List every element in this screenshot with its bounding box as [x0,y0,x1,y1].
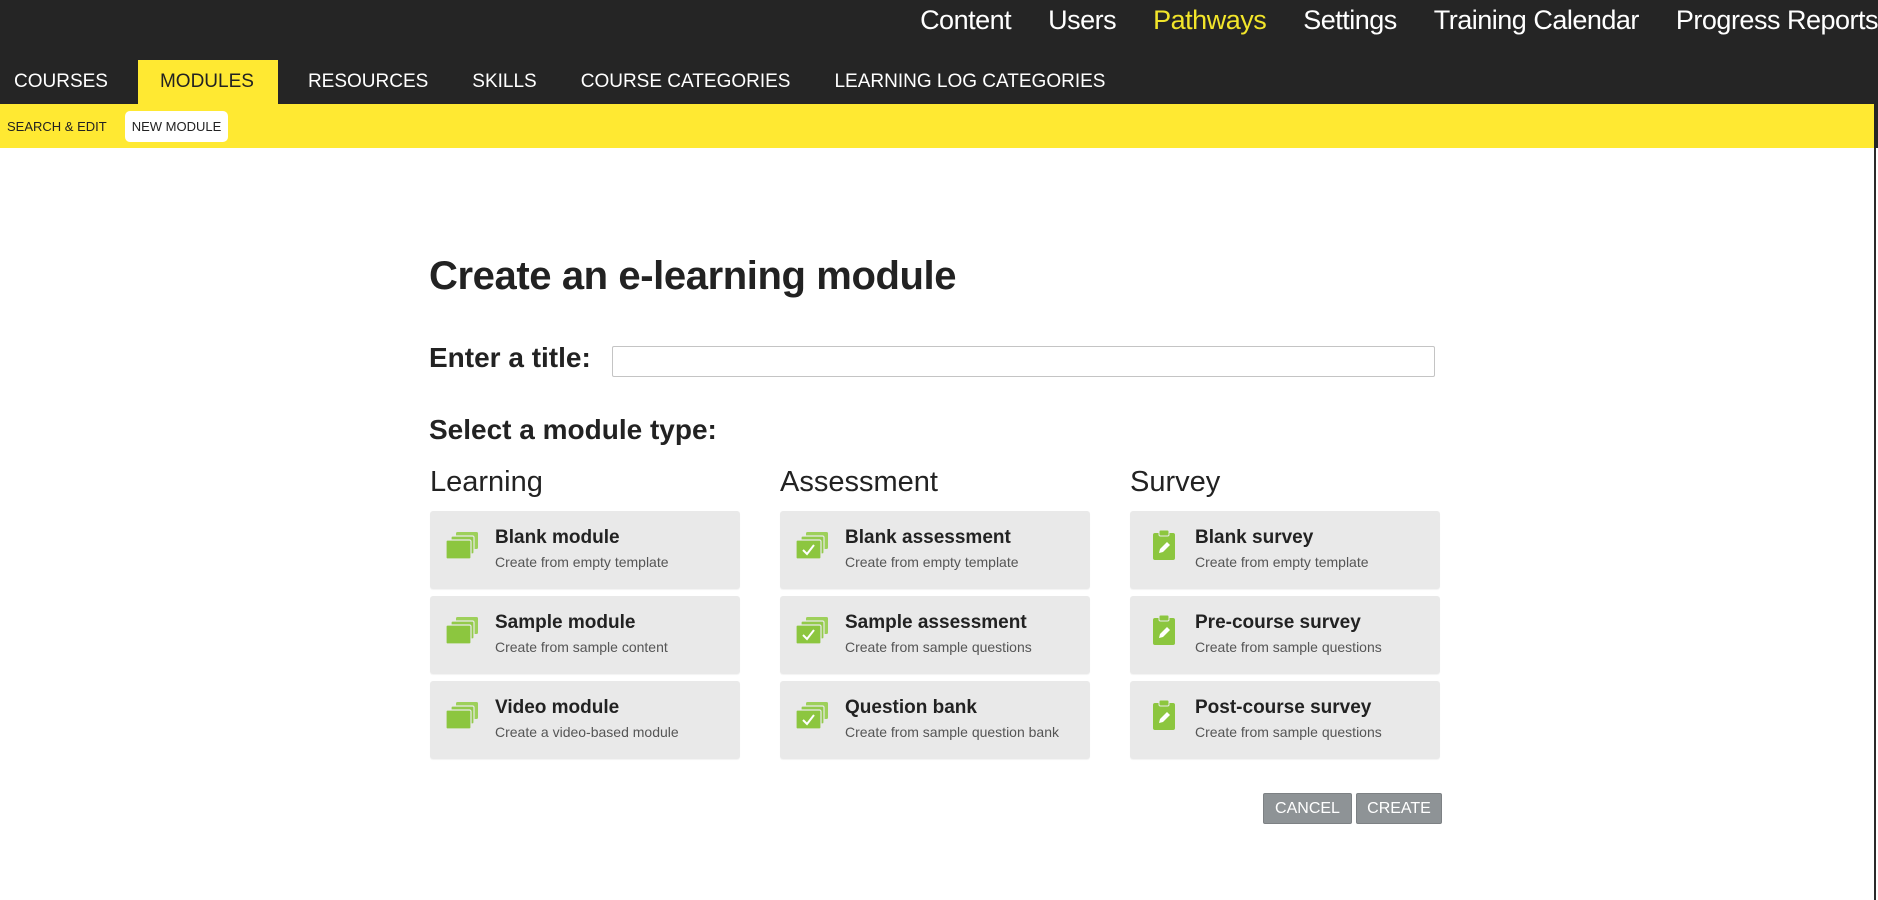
card-subtitle: Create from empty template [495,554,669,570]
stacked-folders-icon [446,617,478,645]
main-nav-training-calendar[interactable]: Training Calendar [1434,5,1640,36]
main-nav-users[interactable]: Users [1048,5,1117,36]
learning-heading: Learning [430,466,543,498]
sub-nav: SEARCH & EDIT NEW MODULE [0,104,1874,148]
tab-learning-log-categories[interactable]: LEARNING LOG CATEGORIES [820,60,1119,104]
post-course-survey-card[interactable]: Post-course survey Create from sample qu… [1130,681,1440,759]
checked-stack-icon [796,702,828,730]
tab-course-categories[interactable]: COURSE CATEGORIES [567,60,805,104]
card-title: Pre-course survey [1195,612,1361,633]
assessment-column: Assessment Blank assessment Create from … [780,464,1090,766]
card-title: Blank survey [1195,527,1314,548]
sub-nav-new-module[interactable]: NEW MODULE [124,110,229,142]
card-subtitle: Create from sample content [495,639,668,655]
card-title: Sample assessment [845,612,1027,633]
tab-courses[interactable]: COURSES [0,60,122,104]
blank-assessment-card[interactable]: Blank assessment Create from empty templ… [780,511,1090,589]
assessment-heading: Assessment [780,466,938,498]
card-title: Video module [495,697,620,718]
survey-heading: Survey [1130,466,1221,498]
card-title: Question bank [845,697,977,718]
video-module-card[interactable]: Video module Create a video-based module [430,681,740,759]
clipboard-pencil-icon [1153,614,1175,645]
card-subtitle: Create from sample questions [845,639,1032,655]
card-subtitle: Create from empty template [845,554,1019,570]
clipboard-pencil-icon [1153,699,1175,730]
module-type-label: Select a module type: [429,414,717,445]
sample-assessment-card[interactable]: Sample assessment Create from sample que… [780,596,1090,674]
pre-course-survey-card[interactable]: Pre-course survey Create from sample que… [1130,596,1440,674]
card-subtitle: Create from empty template [1195,554,1369,570]
main-nav: Content Users Pathways Settings Training… [883,0,1878,40]
title-field-label: Enter a title: [429,342,591,373]
cancel-button[interactable]: CANCEL [1263,793,1352,824]
blank-survey-card[interactable]: Blank survey Create from empty template [1130,511,1440,589]
main-nav-content[interactable]: Content [920,5,1012,36]
stacked-folders-icon [446,702,478,730]
section-nav: COURSES MODULES RESOURCES SKILLS COURSE … [0,60,1135,104]
main-nav-progress-reports[interactable]: Progress Reports [1676,5,1878,36]
main-nav-settings[interactable]: Settings [1303,5,1397,36]
clipboard-pencil-icon [1153,529,1175,560]
card-title: Blank assessment [845,527,1011,548]
card-title: Sample module [495,612,636,633]
card-title: Blank module [495,527,620,548]
main-nav-pathways[interactable]: Pathways [1153,5,1267,36]
tab-skills[interactable]: SKILLS [458,60,550,104]
blank-module-card[interactable]: Blank module Create from empty template [430,511,740,589]
sample-module-card[interactable]: Sample module Create from sample content [430,596,740,674]
tab-modules[interactable]: MODULES [137,60,278,104]
question-bank-card[interactable]: Question bank Create from sample questio… [780,681,1090,759]
card-subtitle: Create from sample questions [1195,639,1382,655]
create-button[interactable]: CREATE [1356,793,1442,824]
checked-stack-icon [796,532,828,560]
sub-nav-search-edit[interactable]: SEARCH & EDIT [7,119,107,134]
module-title-input[interactable] [612,346,1435,377]
card-subtitle: Create from sample question bank [845,724,1059,740]
stacked-folders-icon [446,532,478,560]
checked-stack-icon [796,617,828,645]
page-edge-divider [1874,148,1876,900]
card-subtitle: Create from sample questions [1195,724,1382,740]
card-subtitle: Create a video-based module [495,724,679,740]
learning-column: Learning Blank module Create from empty … [430,464,740,766]
tab-resources[interactable]: RESOURCES [294,60,442,104]
survey-column: Survey Blank survey Create from empty te… [1130,464,1440,766]
card-title: Post-course survey [1195,697,1372,718]
page-title: Create an e-learning module [429,254,957,298]
